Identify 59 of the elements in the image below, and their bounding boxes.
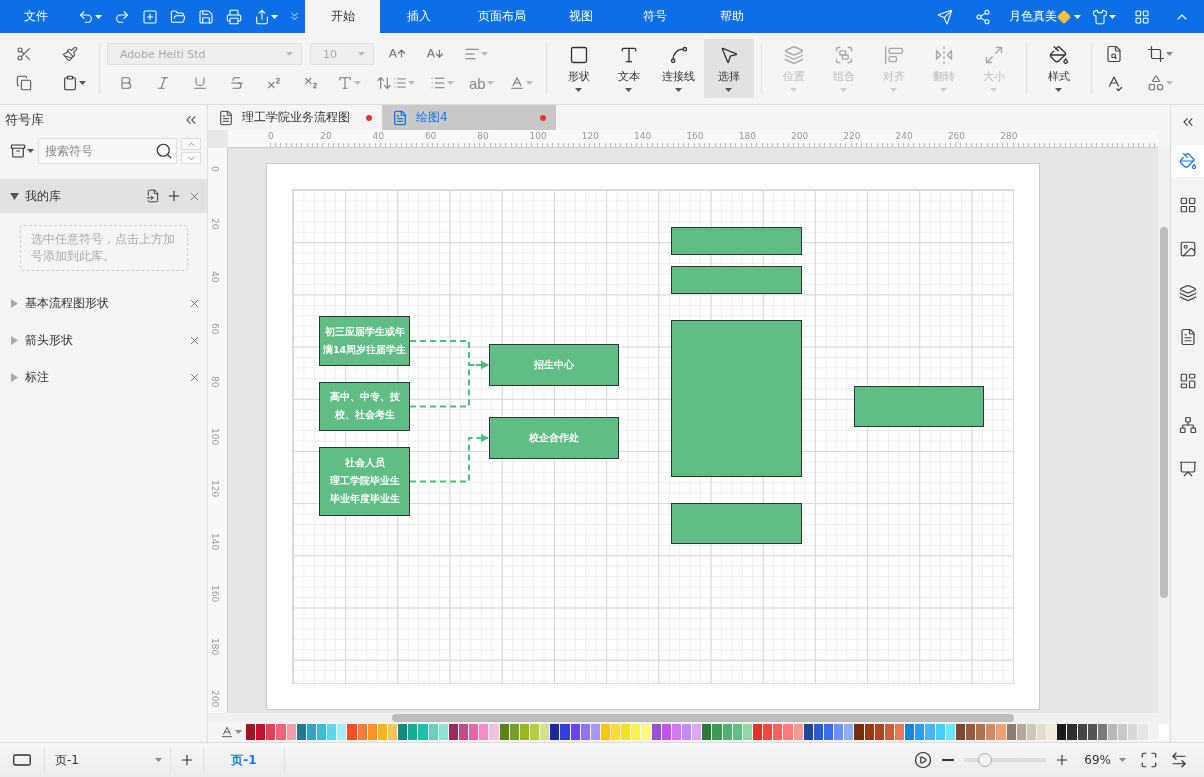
library-label: 我的库 [25, 187, 62, 205]
ruler-label: 180 [738, 131, 756, 141]
ruler-label: 80 [210, 375, 220, 388]
process-box: 初三应届学生或年 满14周岁往届学生 [319, 316, 410, 366]
ruler-label: 0 [268, 131, 274, 141]
ruler-label: 200 [210, 690, 220, 708]
menu-tab[interactable]: 符号 [616, 0, 694, 33]
tool-button[interactable]: 选择 [703, 39, 754, 98]
ruler-label: 40 [210, 270, 220, 283]
process-box: 招生中心 [489, 344, 619, 386]
library-section[interactable]: 基本流程图形状 [0, 285, 207, 322]
tool-button[interactable]: 连接线 [653, 39, 704, 98]
menu-tab[interactable]: 视图 [546, 0, 616, 33]
panel-title: 符号库 [5, 111, 44, 129]
menu-tab[interactable]: 开始 [305, 0, 380, 33]
menu-tab[interactable]: 插入 [380, 0, 458, 33]
ruler-label: 100 [529, 131, 547, 141]
search-field[interactable]: 搜索符号 [38, 138, 177, 164]
process-box: 社会人员 理工学院毕业生 毕业年度毕业生 [319, 447, 410, 516]
library-header[interactable]: 我的库 [0, 179, 207, 213]
section-label: 标注 [25, 369, 50, 386]
ruler-label: 0 [210, 166, 220, 172]
tool-button[interactable]: 文本 [603, 39, 654, 98]
ruler-label: 60 [424, 131, 437, 141]
tool-button[interactable]: 样式 [1033, 39, 1084, 98]
tool-button[interactable]: 形状 [553, 39, 604, 98]
ruler-label: 160 [210, 585, 220, 603]
ruler-label: 120 [210, 480, 220, 498]
ruler-label: 80 [477, 131, 489, 141]
ruler-label: 200 [791, 131, 809, 141]
library-section[interactable]: 箭头形状 [0, 322, 207, 359]
user-name[interactable]: 月色真美 [1009, 8, 1057, 25]
menu-tab[interactable]: 页面布局 [458, 0, 546, 33]
file-menu[interactable]: 文件 [0, 0, 72, 33]
process-box: 高中、中专、技 校、社会考生 [319, 382, 410, 431]
ruler-label: 280 [1000, 131, 1018, 141]
document-tab[interactable]: 绘图4 [382, 105, 556, 130]
ruler-label: 60 [210, 323, 220, 335]
ruler-label: 160 [686, 131, 704, 141]
section-label: 箭头形状 [25, 332, 74, 349]
process-box: 校企合作处 [489, 417, 619, 459]
ruler-label: 40 [372, 131, 385, 141]
library-section[interactable]: 标注 [0, 359, 207, 396]
section-label: 基本流程图形状 [25, 295, 110, 312]
ruler-label: 220 [843, 131, 861, 141]
page-tab[interactable]: 页-1 [204, 742, 284, 777]
ruler-label: 20 [320, 131, 332, 141]
ruler-label: 240 [895, 131, 913, 141]
menu-tab[interactable]: 帮助 [694, 0, 770, 33]
ruler-label: 140 [634, 131, 652, 141]
highlight-button[interactable]: ab [463, 70, 500, 96]
ruler-label: 180 [210, 637, 220, 655]
page-select[interactable]: 页-1 [45, 742, 170, 777]
ruler-label: 20 [210, 218, 220, 230]
ruler-label: 120 [581, 131, 599, 141]
ruler-label: 100 [210, 428, 220, 446]
ruler-label: 260 [947, 131, 966, 141]
zoom-level[interactable]: 69% [1084, 753, 1111, 767]
ruler-label: 140 [210, 532, 220, 550]
